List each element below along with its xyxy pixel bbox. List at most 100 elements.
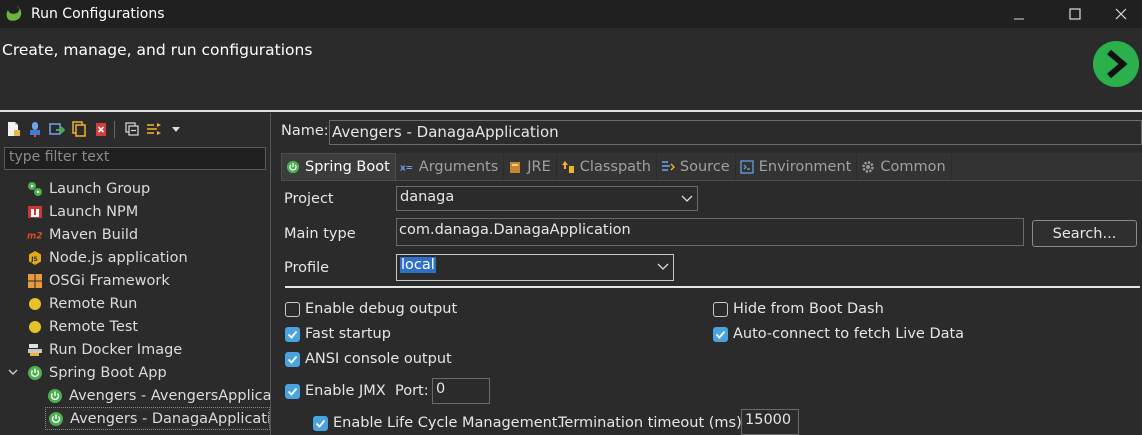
tree-item-nodejs[interactable]: JS Node.js application xyxy=(0,246,270,269)
minimize-button[interactable] xyxy=(996,0,1042,28)
tab-label: JRE xyxy=(527,158,551,175)
checkbox-box xyxy=(713,326,728,342)
spring-boot-icon xyxy=(286,160,300,174)
tab-label: Arguments xyxy=(418,158,499,175)
tree-item-osgi[interactable]: OSGi Framework xyxy=(0,269,270,292)
remote-run-icon xyxy=(27,296,43,312)
termination-timeout-label: Termination timeout (ms): xyxy=(558,415,747,431)
checkbox-label: Enable debug output xyxy=(305,301,458,317)
tree-item-run-docker-image[interactable]: Run Docker Image xyxy=(0,338,270,361)
new-prototype-button[interactable] xyxy=(25,120,44,139)
chevron-down-icon[interactable] xyxy=(8,367,18,377)
checkmark-icon xyxy=(287,330,298,339)
view-menu-button[interactable] xyxy=(166,120,185,139)
tree-item-launch-npm[interactable]: Launch NPM xyxy=(0,200,270,223)
run-configuration-icon xyxy=(1093,41,1139,87)
collapse-all-icon xyxy=(124,122,139,136)
minimize-icon xyxy=(1014,18,1024,20)
auto-connect-checkbox[interactable]: Auto-connect to fetch Live Data xyxy=(713,326,964,342)
port-input[interactable]: 0 xyxy=(432,378,490,404)
profile-label: Profile xyxy=(284,260,330,276)
hide-from-boot-dash-checkbox[interactable]: Hide from Boot Dash xyxy=(713,301,884,317)
arguments-icon: x= xyxy=(400,160,414,174)
collapse-all-button[interactable] xyxy=(122,120,141,139)
profile-select[interactable]: local xyxy=(396,254,674,281)
tree-item-avengers-application[interactable]: Avengers - AvengersApplica xyxy=(0,384,270,407)
maximize-button[interactable] xyxy=(1052,0,1098,28)
port-label: Port: xyxy=(395,383,429,399)
environment-icon xyxy=(740,159,754,174)
maven-icon: m2 xyxy=(27,227,43,243)
spring-boot-icon xyxy=(47,388,63,404)
tree-item-danaga-application[interactable]: Avengers - DanagaApplicati xyxy=(45,407,270,430)
checkbox-box xyxy=(313,415,328,431)
project-label: Project xyxy=(284,191,334,207)
tab-jre[interactable]: JRE xyxy=(504,153,557,180)
enable-debug-output-checkbox[interactable]: Enable debug output xyxy=(285,301,457,317)
checkbox-box xyxy=(285,326,300,342)
checkmark-icon xyxy=(287,355,298,364)
tab-source[interactable]: Source xyxy=(656,153,736,180)
main-type-input[interactable]: com.danaga.DanagaApplication xyxy=(396,218,1024,246)
new-file-icon xyxy=(7,122,20,136)
tree-item-remote-test[interactable]: Remote Test xyxy=(0,315,270,338)
tree-item-label: Launch Group xyxy=(49,180,151,197)
maximize-icon xyxy=(1069,8,1081,20)
tree-item-remote-run[interactable]: Remote Run xyxy=(0,292,270,315)
duplicate-icon xyxy=(71,121,86,137)
source-icon xyxy=(661,160,675,174)
tree-item-label: OSGi Framework xyxy=(49,272,170,289)
tab-classpath[interactable]: Classpath xyxy=(556,153,657,180)
tab-common[interactable]: Common xyxy=(857,153,952,180)
delete-configuration-button[interactable] xyxy=(91,120,110,139)
tree-item-label: Launch NPM xyxy=(49,203,139,220)
options-separator xyxy=(285,286,1140,288)
tree-item-launch-group[interactable]: Launch Group xyxy=(0,177,270,200)
checkbox-label: Enable JMX xyxy=(305,383,386,399)
project-select[interactable]: danaga xyxy=(396,186,698,211)
filter-icon xyxy=(146,123,161,135)
checkmark-icon xyxy=(715,330,726,339)
filter-configurations-button[interactable] xyxy=(144,120,163,139)
close-button[interactable] xyxy=(1098,0,1142,28)
configuration-toolbar xyxy=(0,118,185,140)
header-banner: Create, manage, and run configurations xyxy=(0,28,1142,110)
checkbox-label: Fast startup xyxy=(305,326,391,342)
svg-text:x=: x= xyxy=(400,163,413,173)
checkbox-label: Enable Life Cycle Management. xyxy=(333,415,563,431)
dialog-subtitle: Create, manage, and run configurations xyxy=(2,41,313,59)
checkbox-box xyxy=(713,301,728,317)
tree-item-label: Remote Test xyxy=(49,318,139,335)
tree-item-label: Node.js application xyxy=(49,249,188,266)
remote-test-icon xyxy=(27,319,43,335)
launch-group-icon xyxy=(27,181,43,197)
chevron-down-icon xyxy=(681,195,693,202)
header-separator xyxy=(0,110,1142,112)
filter-input[interactable]: type filter text xyxy=(4,147,266,170)
export-configuration-button[interactable] xyxy=(47,120,66,139)
close-icon xyxy=(1115,8,1127,20)
tab-arguments[interactable]: x= Arguments xyxy=(395,153,505,180)
fast-startup-checkbox[interactable]: Fast startup xyxy=(285,326,391,342)
spring-boot-tab-panel: Project danaga Main type com.danaga.Dana… xyxy=(281,180,1142,435)
tab-spring-boot[interactable]: Spring Boot xyxy=(281,153,396,180)
duplicate-configuration-button[interactable] xyxy=(69,120,88,139)
checkbox-box xyxy=(285,351,300,367)
tab-label: Common xyxy=(880,158,946,175)
new-configuration-button[interactable] xyxy=(3,120,22,139)
spring-tool-suite-icon xyxy=(6,6,22,21)
name-input[interactable]: Avengers - DanagaApplication xyxy=(329,120,1142,145)
tree-item-maven-build[interactable]: m2 Maven Build xyxy=(0,223,270,246)
tab-environment[interactable]: Environment xyxy=(735,153,858,180)
spring-boot-icon xyxy=(27,365,43,381)
termination-timeout-input[interactable]: 15000 xyxy=(741,409,799,435)
checkbox-label: Hide from Boot Dash xyxy=(733,301,884,317)
name-label: Name: xyxy=(281,123,329,139)
enable-jmx-checkbox[interactable]: Enable JMX xyxy=(285,383,386,399)
enable-lifecycle-checkbox[interactable]: Enable Life Cycle Management. xyxy=(313,415,562,431)
window-title: Run Configurations xyxy=(31,6,165,22)
tree-item-spring-boot-app[interactable]: Spring Boot App xyxy=(0,361,270,384)
editor-tabs: Spring Boot x= Arguments JRE Classpath S… xyxy=(281,153,1142,180)
ansi-console-output-checkbox[interactable]: ANSI console output xyxy=(285,351,452,367)
search-button[interactable]: Search... xyxy=(1032,220,1137,247)
